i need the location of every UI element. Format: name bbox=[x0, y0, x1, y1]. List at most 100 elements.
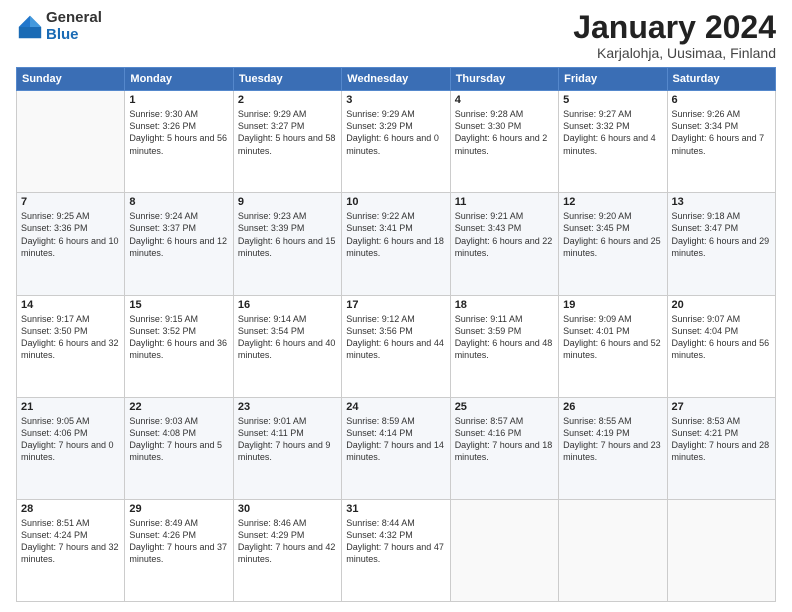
day-number: 4 bbox=[455, 94, 554, 106]
day-number: 17 bbox=[346, 299, 445, 311]
calendar-cell: 5 Sunrise: 9:27 AM Sunset: 3:32 PM Daylig… bbox=[559, 91, 667, 193]
calendar-cell: 19 Sunrise: 9:09 AM Sunset: 4:01 PM Dayli… bbox=[559, 295, 667, 397]
day-number: 19 bbox=[563, 299, 662, 311]
logo: General Blue bbox=[16, 10, 102, 43]
col-sunday: Sunday bbox=[17, 68, 125, 91]
calendar-cell: 2 Sunrise: 9:29 AM Sunset: 3:27 PM Daylig… bbox=[233, 91, 341, 193]
day-number: 16 bbox=[238, 299, 337, 311]
day-number: 2 bbox=[238, 94, 337, 106]
day-number: 7 bbox=[21, 196, 120, 208]
calendar-cell bbox=[17, 91, 125, 193]
day-number: 20 bbox=[672, 299, 771, 311]
day-info: Sunrise: 9:14 AM Sunset: 3:54 PM Dayligh… bbox=[238, 313, 337, 362]
day-info: Sunrise: 9:22 AM Sunset: 3:41 PM Dayligh… bbox=[346, 210, 445, 259]
day-number: 26 bbox=[563, 401, 662, 413]
day-info: Sunrise: 9:24 AM Sunset: 3:37 PM Dayligh… bbox=[129, 210, 228, 259]
calendar-cell bbox=[450, 499, 558, 601]
calendar-cell: 22Sunrise: 9:03 AM Sunset: 4:08 PM Dayli… bbox=[125, 397, 233, 499]
day-info: Sunrise: 9:11 AM Sunset: 3:59 PM Dayligh… bbox=[455, 313, 554, 362]
col-friday: Friday bbox=[559, 68, 667, 91]
col-wednesday: Wednesday bbox=[342, 68, 450, 91]
calendar-week-3: 21 Sunrise: 9:05 AM Sunset: 4:06 PM Dayli… bbox=[17, 397, 776, 499]
calendar-cell: 9 Sunrise: 9:23 AM Sunset: 3:39 PM Daylig… bbox=[233, 193, 341, 295]
calendar-cell: 13 Sunrise: 9:18 AM Sunset: 3:47 PM Dayli… bbox=[667, 193, 775, 295]
day-info: Sunrise: 9:05 AM Sunset: 4:06 PM Dayligh… bbox=[21, 415, 120, 464]
day-number: 28 bbox=[21, 503, 120, 515]
day-info: Sunrise: 9:27 AM Sunset: 3:32 PM Dayligh… bbox=[563, 108, 662, 157]
title-block: January 2024 Karjalohja, Uusimaa, Finlan… bbox=[573, 10, 776, 61]
day-number: 12 bbox=[563, 196, 662, 208]
day-number: 25 bbox=[455, 401, 554, 413]
day-info: Sunrise: 9:12 AM Sunset: 3:56 PM Dayligh… bbox=[346, 313, 445, 362]
calendar-cell: 12 Sunrise: 9:20 AM Sunset: 3:45 PM Dayli… bbox=[559, 193, 667, 295]
calendar-header-row: Sunday Monday Tuesday Wednesday Thursday… bbox=[17, 68, 776, 91]
day-info: Sunrise: 8:49 AM Sunset: 4:26 PM Dayligh… bbox=[129, 517, 228, 566]
calendar-week-0: 1 Sunrise: 9:30 AM Sunset: 3:26 PM Daylig… bbox=[17, 91, 776, 193]
calendar-cell: 15Sunrise: 9:15 AM Sunset: 3:52 PM Dayli… bbox=[125, 295, 233, 397]
day-info: Sunrise: 9:09 AM Sunset: 4:01 PM Dayligh… bbox=[563, 313, 662, 362]
calendar-cell: 1 Sunrise: 9:30 AM Sunset: 3:26 PM Daylig… bbox=[125, 91, 233, 193]
logo-general-text: General bbox=[46, 10, 102, 27]
calendar-cell: 30 Sunrise: 8:46 AM Sunset: 4:29 PM Dayli… bbox=[233, 499, 341, 601]
day-number: 27 bbox=[672, 401, 771, 413]
day-info: Sunrise: 8:46 AM Sunset: 4:29 PM Dayligh… bbox=[238, 517, 337, 566]
header: General Blue January 2024 Karjalohja, Uu… bbox=[16, 10, 776, 61]
col-thursday: Thursday bbox=[450, 68, 558, 91]
calendar-cell: 7Sunrise: 9:25 AM Sunset: 3:36 PM Daylig… bbox=[17, 193, 125, 295]
calendar-cell: 25 Sunrise: 8:57 AM Sunset: 4:16 PM Dayli… bbox=[450, 397, 558, 499]
day-info: Sunrise: 9:15 AM Sunset: 3:52 PM Dayligh… bbox=[129, 313, 228, 362]
day-number: 11 bbox=[455, 196, 554, 208]
day-number: 21 bbox=[21, 401, 120, 413]
day-info: Sunrise: 8:44 AM Sunset: 4:32 PM Dayligh… bbox=[346, 517, 445, 566]
col-saturday: Saturday bbox=[667, 68, 775, 91]
calendar-cell: 17 Sunrise: 9:12 AM Sunset: 3:56 PM Dayli… bbox=[342, 295, 450, 397]
calendar-week-1: 7Sunrise: 9:25 AM Sunset: 3:36 PM Daylig… bbox=[17, 193, 776, 295]
day-number: 8 bbox=[129, 196, 228, 208]
day-number: 23 bbox=[238, 401, 337, 413]
day-info: Sunrise: 9:30 AM Sunset: 3:26 PM Dayligh… bbox=[129, 108, 228, 157]
day-info: Sunrise: 9:20 AM Sunset: 3:45 PM Dayligh… bbox=[563, 210, 662, 259]
calendar-cell: 27 Sunrise: 8:53 AM Sunset: 4:21 PM Dayli… bbox=[667, 397, 775, 499]
day-info: Sunrise: 9:18 AM Sunset: 3:47 PM Dayligh… bbox=[672, 210, 771, 259]
day-number: 14 bbox=[21, 299, 120, 311]
day-number: 18 bbox=[455, 299, 554, 311]
day-number: 13 bbox=[672, 196, 771, 208]
day-number: 29 bbox=[129, 503, 228, 515]
calendar-cell: 26Sunrise: 8:55 AM Sunset: 4:19 PM Dayli… bbox=[559, 397, 667, 499]
day-number: 1 bbox=[129, 94, 228, 106]
calendar-cell: 10 Sunrise: 9:22 AM Sunset: 3:41 PM Dayli… bbox=[342, 193, 450, 295]
calendar-cell: 14Sunrise: 9:17 AM Sunset: 3:50 PM Dayli… bbox=[17, 295, 125, 397]
calendar-cell: 11Sunrise: 9:21 AM Sunset: 3:43 PM Dayli… bbox=[450, 193, 558, 295]
day-info: Sunrise: 9:29 AM Sunset: 3:29 PM Dayligh… bbox=[346, 108, 445, 157]
calendar-cell: 28 Sunrise: 8:51 AM Sunset: 4:24 PM Dayli… bbox=[17, 499, 125, 601]
calendar-cell: 20 Sunrise: 9:07 AM Sunset: 4:04 PM Dayli… bbox=[667, 295, 775, 397]
calendar-cell: 16 Sunrise: 9:14 AM Sunset: 3:54 PM Dayli… bbox=[233, 295, 341, 397]
day-number: 5 bbox=[563, 94, 662, 106]
logo-blue-text: Blue bbox=[46, 27, 102, 44]
day-info: Sunrise: 9:29 AM Sunset: 3:27 PM Dayligh… bbox=[238, 108, 337, 157]
day-info: Sunrise: 9:03 AM Sunset: 4:08 PM Dayligh… bbox=[129, 415, 228, 464]
title-location: Karjalohja, Uusimaa, Finland bbox=[573, 45, 776, 61]
day-number: 6 bbox=[672, 94, 771, 106]
calendar-cell: 6 Sunrise: 9:26 AM Sunset: 3:34 PM Daylig… bbox=[667, 91, 775, 193]
day-number: 31 bbox=[346, 503, 445, 515]
calendar-cell: 18 Sunrise: 9:11 AM Sunset: 3:59 PM Dayli… bbox=[450, 295, 558, 397]
day-number: 9 bbox=[238, 196, 337, 208]
logo-text: General Blue bbox=[46, 10, 102, 43]
day-info: Sunrise: 9:23 AM Sunset: 3:39 PM Dayligh… bbox=[238, 210, 337, 259]
day-info: Sunrise: 8:51 AM Sunset: 4:24 PM Dayligh… bbox=[21, 517, 120, 566]
col-tuesday: Tuesday bbox=[233, 68, 341, 91]
logo-icon bbox=[16, 13, 44, 41]
day-info: Sunrise: 9:28 AM Sunset: 3:30 PM Dayligh… bbox=[455, 108, 554, 157]
day-number: 30 bbox=[238, 503, 337, 515]
day-info: Sunrise: 9:26 AM Sunset: 3:34 PM Dayligh… bbox=[672, 108, 771, 157]
day-number: 10 bbox=[346, 196, 445, 208]
day-info: Sunrise: 8:57 AM Sunset: 4:16 PM Dayligh… bbox=[455, 415, 554, 464]
calendar-cell: 4 Sunrise: 9:28 AM Sunset: 3:30 PM Daylig… bbox=[450, 91, 558, 193]
title-month: January 2024 bbox=[573, 10, 776, 45]
day-number: 24 bbox=[346, 401, 445, 413]
day-info: Sunrise: 9:07 AM Sunset: 4:04 PM Dayligh… bbox=[672, 313, 771, 362]
calendar-cell: 21 Sunrise: 9:05 AM Sunset: 4:06 PM Dayli… bbox=[17, 397, 125, 499]
day-info: Sunrise: 8:53 AM Sunset: 4:21 PM Dayligh… bbox=[672, 415, 771, 464]
day-info: Sunrise: 8:59 AM Sunset: 4:14 PM Dayligh… bbox=[346, 415, 445, 464]
